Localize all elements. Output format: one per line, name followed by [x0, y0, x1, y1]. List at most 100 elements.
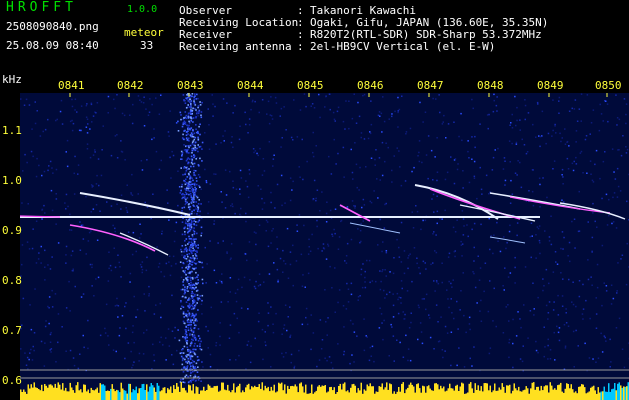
band-pixel	[193, 230, 196, 233]
band-pixel	[182, 279, 185, 281]
band-pixel	[182, 336, 185, 339]
noise-pixel	[224, 169, 227, 171]
band-pixel	[185, 178, 187, 181]
noise-pixel	[421, 342, 424, 345]
level-bar	[359, 390, 361, 400]
noise-pixel	[205, 180, 208, 182]
noise-pixel	[116, 203, 118, 205]
noise-pixel	[239, 188, 241, 190]
noise-pixel	[207, 330, 209, 332]
noise-pixel	[158, 113, 161, 115]
level-bar	[24, 391, 26, 400]
level-bar	[422, 385, 424, 400]
noise-pixel	[261, 99, 264, 101]
noise-pixel	[488, 193, 490, 195]
noise-pixel	[234, 104, 236, 107]
band-pixel	[194, 342, 196, 345]
noise-pixel	[561, 174, 563, 176]
noise-pixel	[104, 332, 107, 334]
band-pixel	[195, 271, 197, 274]
band-pixel	[177, 130, 180, 132]
band-pixel	[190, 381, 192, 383]
level-bar	[477, 385, 479, 400]
level-bar	[593, 385, 595, 400]
noise-pixel	[290, 361, 292, 364]
noise-pixel	[55, 223, 57, 225]
noise-pixel	[93, 295, 95, 297]
noise-pixel	[304, 286, 306, 288]
noise-pixel	[222, 98, 225, 100]
noise-pixel	[126, 209, 128, 212]
noise-pixel	[561, 231, 564, 233]
noise-pixel	[71, 119, 73, 122]
noise-pixel	[432, 193, 435, 196]
band-pixel	[199, 210, 201, 213]
noise-pixel	[185, 185, 188, 188]
band-pixel	[192, 378, 195, 380]
noise-pixel	[360, 268, 363, 271]
noise-pixel	[535, 234, 537, 236]
band-pixel	[194, 144, 196, 147]
band-pixel	[194, 170, 197, 172]
noise-pixel	[417, 338, 419, 341]
hrofft-spectrogram-window: HROFFT 1.0.0 2508090840.png meteor 25.08…	[0, 0, 629, 400]
noise-pixel	[446, 289, 448, 291]
noise-pixel	[54, 293, 57, 295]
noise-pixel	[605, 193, 608, 196]
band-pixel	[201, 278, 204, 281]
noise-pixel	[479, 166, 481, 169]
noise-pixel	[625, 113, 627, 116]
noise-pixel	[407, 257, 409, 259]
noise-pixel	[589, 317, 591, 320]
noise-pixel	[526, 151, 529, 153]
noise-pixel	[275, 312, 277, 315]
noise-pixel	[69, 310, 71, 312]
noise-pixel	[490, 235, 492, 237]
noise-pixel	[427, 177, 429, 180]
band-pixel	[182, 133, 184, 136]
noise-pixel	[171, 150, 173, 153]
noise-pixel	[345, 262, 348, 264]
noise-pixel	[215, 282, 218, 284]
y-tick-label: 0.7	[2, 324, 22, 337]
level-bar	[516, 390, 518, 400]
level-bar	[249, 389, 251, 400]
noise-pixel	[282, 271, 284, 273]
level-bar	[575, 391, 577, 400]
noise-pixel	[603, 335, 606, 337]
noise-pixel	[107, 335, 109, 337]
level-bar	[462, 383, 464, 400]
noise-pixel	[143, 125, 146, 127]
level-bar	[104, 385, 106, 400]
level-bar	[237, 385, 239, 400]
level-bar	[33, 382, 35, 400]
band-pixel	[190, 127, 193, 129]
noise-pixel	[565, 312, 567, 314]
noise-pixel	[419, 272, 421, 275]
band-pixel	[197, 203, 200, 205]
noise-pixel	[223, 140, 225, 142]
band-pixel	[200, 348, 203, 351]
noise-pixel	[160, 316, 162, 319]
level-bar	[29, 388, 31, 400]
noise-pixel	[170, 265, 173, 267]
level-bar	[459, 386, 461, 400]
noise-pixel	[362, 198, 365, 201]
noise-pixel	[290, 353, 293, 356]
band-pixel	[196, 356, 199, 358]
noise-pixel	[566, 157, 569, 160]
noise-pixel	[200, 188, 202, 190]
band-pixel	[197, 221, 199, 223]
noise-pixel	[471, 158, 473, 160]
noise-pixel	[41, 174, 43, 177]
band-pixel	[191, 234, 194, 236]
noise-pixel	[226, 252, 228, 254]
noise-pixel	[219, 322, 221, 324]
noise-pixel	[598, 129, 601, 132]
band-pixel	[186, 365, 189, 367]
noise-pixel	[418, 267, 420, 269]
band-pixel	[189, 98, 191, 101]
level-bar	[161, 390, 163, 400]
band-pixel	[190, 120, 192, 122]
band-pixel	[190, 320, 192, 322]
